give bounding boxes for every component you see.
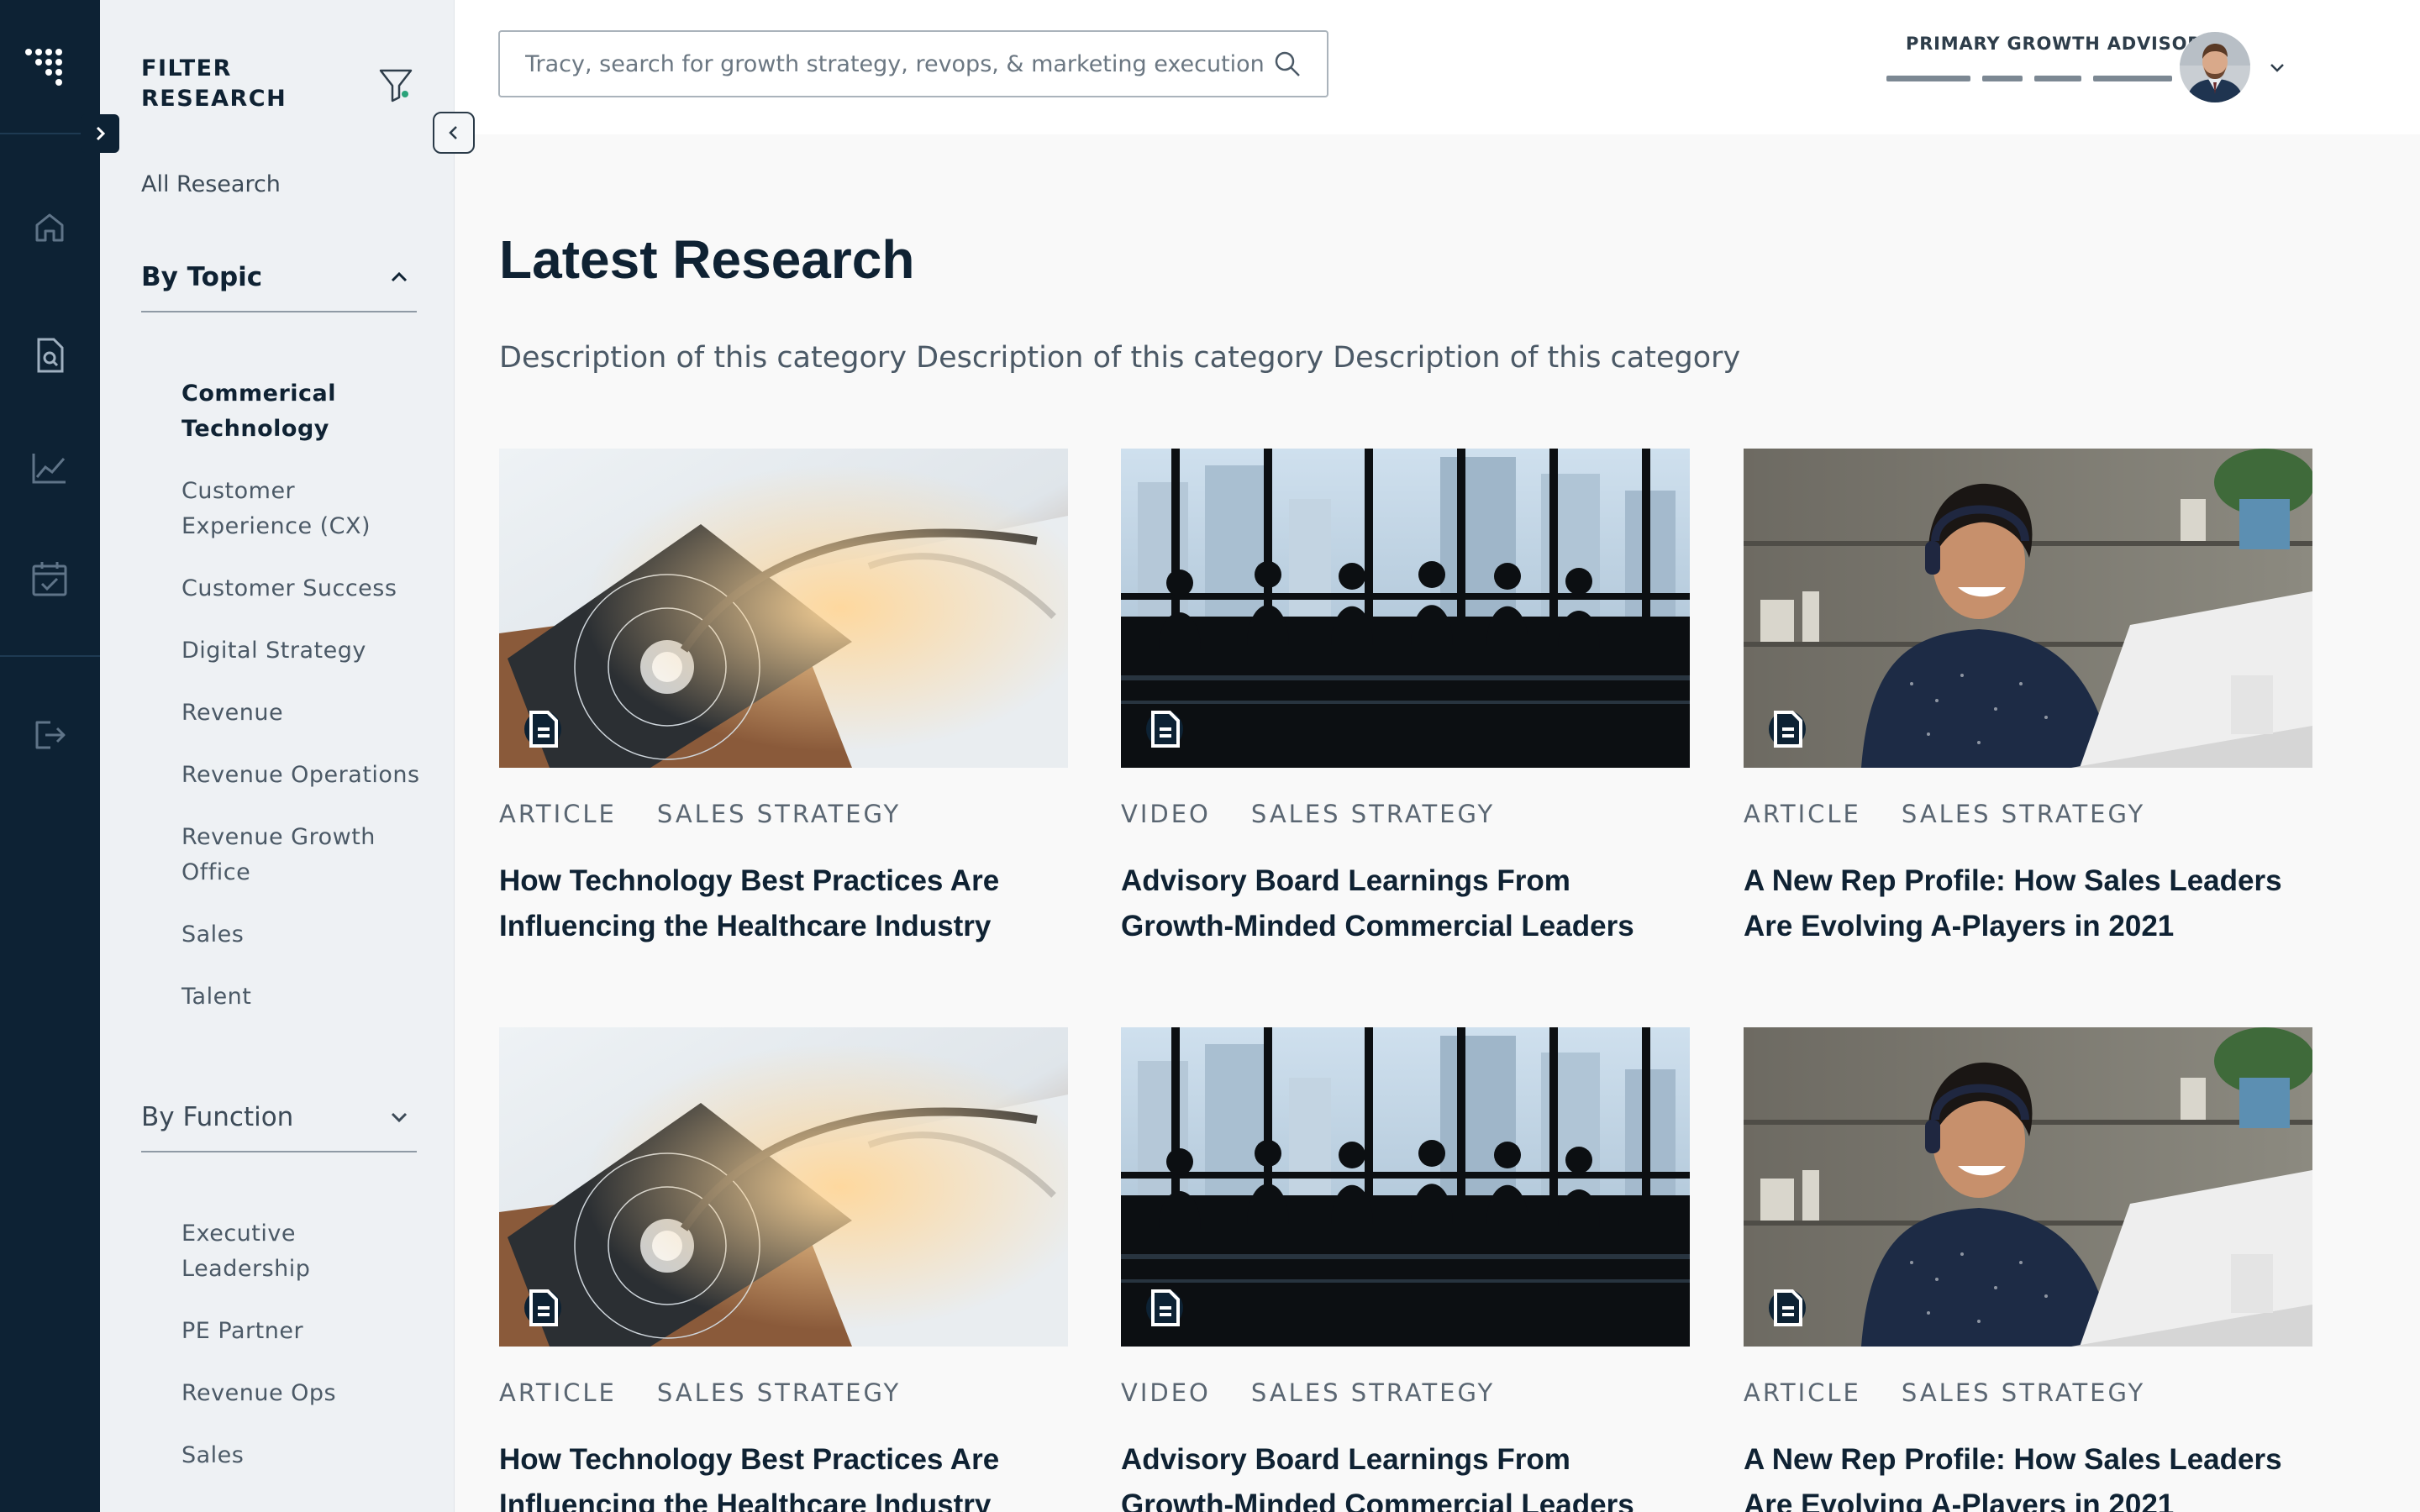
card-title[interactable]: A New Rep Profile: How Sales Leaders Are… [1744, 1437, 2312, 1512]
search-input[interactable] [525, 50, 1273, 77]
topic-item-revenue[interactable]: Revenue [182, 696, 425, 731]
home-icon[interactable] [30, 208, 69, 247]
topic-item-talent[interactable]: Talent [182, 979, 425, 1015]
topic-item-customer-success[interactable]: Customer Success [182, 571, 425, 606]
research-card[interactable]: ARTICLE SALES STRATEGY How Technology Be… [499, 449, 1068, 949]
placeholder-bar [1886, 76, 1970, 81]
card-image-healthcare[interactable] [499, 1027, 1068, 1347]
card-title[interactable]: How Technology Best Practices Are Influe… [499, 1437, 1068, 1512]
chevron-up-icon [391, 271, 408, 282]
logo-icon[interactable] [25, 44, 66, 87]
category-description: Description of this category Description… [499, 341, 1741, 375]
chevron-right-icon [96, 126, 106, 141]
function-item-sales[interactable]: Sales [182, 1438, 425, 1473]
card-title[interactable]: Advisory Board Learnings From Growth-Min… [1121, 1437, 1690, 1512]
filter-all-research[interactable]: All Research [141, 171, 281, 197]
chevron-left-icon [449, 126, 457, 139]
card-image-woman-laptop[interactable] [1744, 1027, 2312, 1347]
card-type: ARTICLE [499, 800, 617, 828]
chevron-down-icon[interactable] [2265, 55, 2289, 79]
placeholder-bar [2034, 76, 2081, 81]
document-icon [1146, 1289, 1183, 1326]
placeholder-bar [2093, 76, 2172, 81]
card-image-woman-laptop[interactable] [1744, 449, 2312, 768]
logout-icon[interactable] [30, 716, 69, 754]
card-type: VIDEO [1121, 800, 1211, 828]
card-type: VIDEO [1121, 1378, 1211, 1407]
card-title[interactable]: Advisory Board Learnings From Growth-Min… [1121, 858, 1690, 949]
by-function-toggle[interactable]: By Function [141, 1084, 417, 1152]
function-item-executive-leadership[interactable]: Executive Leadership [182, 1216, 425, 1287]
topic-item-commercial-technology[interactable]: Commerical Technology [182, 376, 425, 447]
topic-item-customer-experience[interactable]: Customer Experience (CX) [182, 474, 425, 544]
advisor-label: PRIMARY GROWTH ADVISOR [1906, 34, 2202, 54]
research-card[interactable]: ARTICLE SALES STRATEGY A New Rep Profile… [1744, 1027, 2312, 1512]
function-item-pe-partner[interactable]: PE Partner [182, 1314, 425, 1349]
collapse-filter-button[interactable] [433, 112, 475, 154]
card-image-healthcare[interactable] [499, 449, 1068, 768]
card-meta: VIDEO SALES STRATEGY [1121, 1378, 1690, 1407]
card-type: ARTICLE [499, 1378, 617, 1407]
card-meta: ARTICLE SALES STRATEGY [1744, 1378, 2312, 1407]
card-meta: ARTICLE SALES STRATEGY [1744, 800, 2312, 828]
by-topic-toggle[interactable]: By Topic [141, 244, 417, 312]
filter-title: FILTER RESEARCH [141, 54, 287, 114]
topic-item-sales[interactable]: Sales [182, 917, 425, 953]
advisor-name-placeholder [1886, 76, 2172, 81]
card-category[interactable]: SALES STRATEGY [657, 800, 901, 828]
page-title: Latest Research [499, 229, 915, 290]
card-meta: ARTICLE SALES STRATEGY [499, 800, 1068, 828]
card-category[interactable]: SALES STRATEGY [1251, 800, 1495, 828]
card-title[interactable]: How Technology Best Practices Are Influe… [499, 858, 1068, 949]
avatar[interactable] [2180, 32, 2250, 102]
card-meta: VIDEO SALES STRATEGY [1121, 800, 1690, 828]
card-category[interactable]: SALES STRATEGY [1251, 1378, 1495, 1407]
calendar-icon[interactable] [30, 559, 69, 598]
search-bar [498, 30, 1328, 97]
function-item-revenue-ops[interactable]: Revenue Ops [182, 1376, 425, 1411]
research-card[interactable]: ARTICLE SALES STRATEGY How Technology Be… [499, 1027, 1068, 1512]
filter-title-line: RESEARCH [141, 86, 287, 112]
topic-item-revenue-operations[interactable]: Revenue Operations [182, 758, 425, 793]
by-function-label: By Function [141, 1102, 294, 1132]
function-list: Executive Leadership PE Partner Revenue … [182, 1216, 425, 1500]
document-icon [1769, 1289, 1806, 1326]
chevron-down-icon [391, 1112, 408, 1123]
search-icon[interactable] [1273, 50, 1302, 78]
card-category[interactable]: SALES STRATEGY [1902, 1378, 2145, 1407]
chart-icon[interactable] [30, 449, 69, 487]
card-category[interactable]: SALES STRATEGY [657, 1378, 901, 1407]
placeholder-bar [1982, 76, 2023, 81]
topic-item-digital-strategy[interactable]: Digital Strategy [182, 633, 425, 669]
document-icon [1146, 711, 1183, 748]
card-type: ARTICLE [1744, 1378, 1861, 1407]
topic-list: Commerical Technology Customer Experienc… [182, 376, 425, 1042]
research-card[interactable]: VIDEO SALES STRATEGY Advisory Board Lear… [1121, 449, 1690, 949]
app-rail [0, 0, 100, 1512]
card-category[interactable]: SALES STRATEGY [1902, 800, 2145, 828]
card-image-boardroom[interactable] [1121, 449, 1690, 768]
expand-rail-button[interactable] [81, 114, 119, 153]
filter-title-line: FILTER [141, 55, 232, 81]
filter-icon[interactable] [377, 66, 414, 104]
document-icon [524, 711, 561, 748]
card-image-boardroom[interactable] [1121, 1027, 1690, 1347]
research-card[interactable]: VIDEO SALES STRATEGY Advisory Board Lear… [1121, 1027, 1690, 1512]
card-meta: ARTICLE SALES STRATEGY [499, 1378, 1068, 1407]
rail-divider [0, 655, 100, 657]
topic-item-revenue-growth-office[interactable]: Revenue Growth Office [182, 820, 425, 890]
document-icon [1769, 711, 1806, 748]
document-icon [524, 1289, 561, 1326]
research-icon[interactable] [30, 336, 69, 375]
card-type: ARTICLE [1744, 800, 1861, 828]
research-card[interactable]: ARTICLE SALES STRATEGY A New Rep Profile… [1744, 449, 2312, 949]
filter-panel: FILTER RESEARCH All Research By Topic Co… [100, 0, 455, 1512]
by-topic-label: By Topic [141, 262, 263, 292]
card-title[interactable]: A New Rep Profile: How Sales Leaders Are… [1744, 858, 2312, 949]
